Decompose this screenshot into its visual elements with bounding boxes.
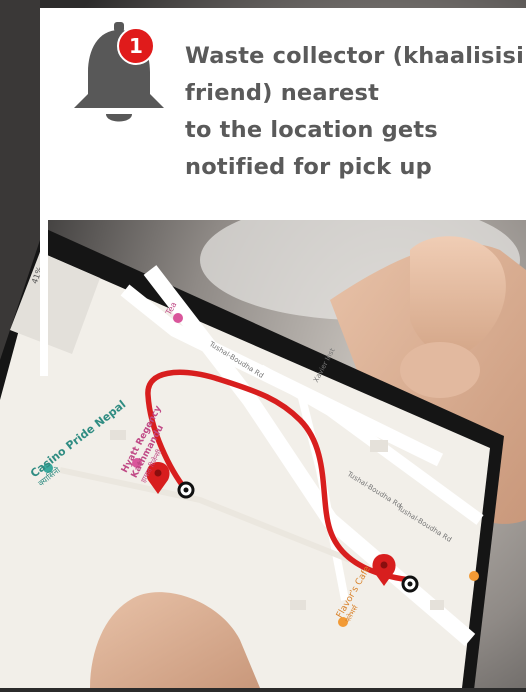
destination-marker <box>177 481 195 499</box>
thumbnail <box>400 342 480 398</box>
notification-message: Waste collector (khaalisisi friend) near… <box>185 38 525 186</box>
collector-marker <box>401 575 419 593</box>
notification-line: friend) nearest <box>185 80 380 106</box>
restaurant-place-icon <box>469 571 479 581</box>
notification-card-strip <box>40 220 48 376</box>
photo-scene: Casino Pride Nepal क्यासिनो Hyatt Regenc… <box>0 0 526 690</box>
notification-line: to the location gets <box>185 117 438 143</box>
map-building <box>290 600 306 610</box>
notification-line: notified for pick up <box>185 154 432 180</box>
map-building <box>430 600 444 610</box>
notification-line: Waste collector (khaalisisi <box>185 43 525 69</box>
notification-badge-count: 1 <box>129 34 143 58</box>
tea-place-icon <box>173 313 183 323</box>
map-building <box>370 440 388 452</box>
